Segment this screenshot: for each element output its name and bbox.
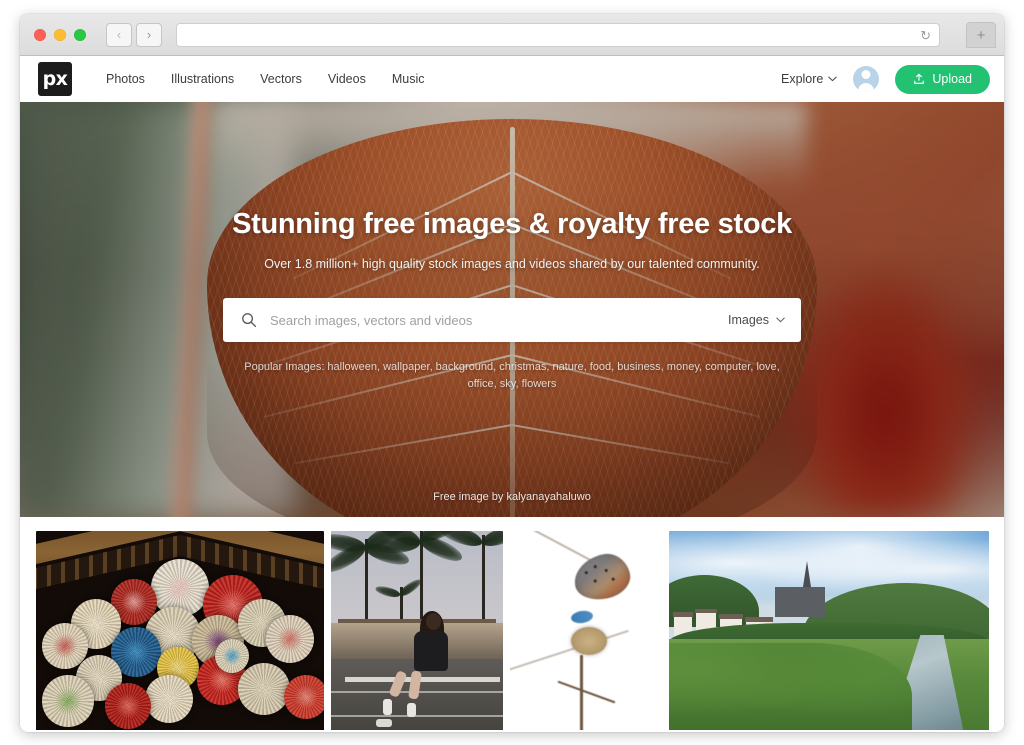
hero-title: Stunning free images & royalty free stoc…	[232, 208, 792, 240]
hero-image-credit[interactable]: Free image by kalyanayahaluwo	[20, 491, 1004, 503]
explore-label: Explore	[780, 72, 824, 86]
parasol	[105, 683, 152, 729]
site-logo[interactable]: px	[38, 62, 72, 96]
forward-chevron-icon: ›	[146, 27, 152, 42]
nav-item-videos[interactable]: Videos	[328, 72, 366, 86]
hero-subtitle: Over 1.8 million+ high quality stock ima…	[264, 257, 760, 271]
village-scene	[669, 531, 989, 731]
upload-button[interactable]: Upload	[895, 64, 990, 94]
search-type-label: Images	[728, 313, 769, 327]
search-bar[interactable]: Images	[223, 298, 801, 342]
thistle-flower	[570, 627, 607, 655]
church-building	[774, 587, 825, 617]
logo-text: px	[42, 67, 68, 90]
window-controls	[34, 28, 86, 41]
plus-icon: +	[976, 26, 986, 44]
nav-item-illustrations[interactable]: Illustrations	[171, 72, 234, 86]
roller-skate	[375, 719, 392, 727]
palm-frond	[374, 584, 401, 600]
minimize-window-button[interactable]	[54, 28, 66, 41]
nav-item-music[interactable]: Music	[392, 72, 425, 86]
forward-button[interactable]: ›	[136, 22, 162, 47]
hero-content: Stunning free images & royalty free stoc…	[20, 102, 1004, 517]
avatar-body-icon	[858, 83, 875, 92]
wing-spot	[593, 564, 598, 569]
house-roof	[745, 617, 774, 623]
wing-spot	[611, 577, 615, 581]
twig	[510, 629, 629, 675]
hero-section: Stunning free images & royalty free stoc…	[20, 102, 1004, 517]
back-chevron-icon: ‹	[116, 27, 122, 42]
explore-menu[interactable]: Explore	[780, 72, 838, 86]
search-type-dropdown[interactable]: Images	[714, 313, 785, 327]
parasol	[145, 675, 194, 723]
browser-nav-buttons: ‹ ›	[106, 22, 162, 47]
palm-scene	[331, 531, 503, 731]
browser-titlebar: ‹ › ↻ +	[20, 14, 1004, 56]
butterfly-wing	[569, 549, 634, 605]
new-tab-button[interactable]: +	[966, 22, 996, 48]
window-bottom-edge	[20, 730, 1004, 732]
reload-icon[interactable]: ↻	[920, 29, 931, 42]
thumbnail-paper-parasols[interactable]	[36, 531, 324, 731]
thumbnail-butterfly[interactable]	[510, 531, 662, 731]
wing-spot	[593, 579, 597, 583]
parasol	[214, 639, 249, 673]
bench	[344, 677, 500, 682]
house-roof	[695, 608, 717, 614]
butterfly-body	[570, 609, 594, 625]
avatar[interactable]	[853, 66, 880, 92]
upload-button-label: Upload	[932, 72, 972, 86]
parasol	[41, 675, 94, 727]
church-spire	[803, 561, 812, 587]
house-roof	[718, 614, 743, 619]
thistle-stem	[579, 655, 583, 731]
thumbnail-skater-palms[interactable]	[331, 531, 503, 731]
parasol	[237, 663, 290, 715]
back-button[interactable]: ‹	[106, 22, 132, 47]
zoom-window-button[interactable]	[74, 28, 86, 41]
figure-torso	[413, 631, 448, 671]
parasols-scene	[36, 531, 324, 731]
wing-spot	[584, 571, 589, 575]
header-actions: Explore Upload	[780, 64, 990, 94]
nav-item-vectors[interactable]: Vectors	[260, 72, 302, 86]
palm-trunk	[482, 535, 486, 623]
image-gallery	[20, 517, 1004, 732]
chevron-down-icon	[776, 317, 785, 323]
figure-sock	[382, 699, 392, 715]
parasol	[266, 615, 315, 663]
riverbank-bushes	[669, 643, 913, 731]
thumbnail-village-river[interactable]	[669, 531, 989, 731]
figure-sock	[406, 703, 416, 717]
nav-item-photos[interactable]: Photos	[106, 72, 145, 86]
court-line	[331, 715, 503, 717]
butterfly-scene	[510, 531, 662, 731]
upload-icon	[914, 73, 925, 84]
house-roof	[673, 612, 693, 617]
figure-head	[425, 613, 441, 630]
search-icon	[242, 313, 257, 328]
chevron-down-icon	[828, 76, 838, 82]
popular-searches[interactable]: Popular Images: halloween, wallpaper, ba…	[234, 359, 790, 393]
browser-window: ‹ › ↻ + px Photos Illustrations Vectors …	[20, 14, 1004, 732]
search-input[interactable]	[270, 312, 714, 328]
twig	[557, 680, 615, 704]
main-navigation: Photos Illustrations Vectors Videos Musi…	[106, 72, 425, 86]
avatar-head-icon	[861, 70, 871, 79]
parasol	[283, 675, 324, 719]
site-header: px Photos Illustrations Vectors Videos M…	[20, 56, 1004, 102]
address-bar[interactable]: ↻	[176, 23, 940, 47]
close-window-button[interactable]	[34, 28, 46, 41]
wing-spot	[604, 568, 609, 573]
